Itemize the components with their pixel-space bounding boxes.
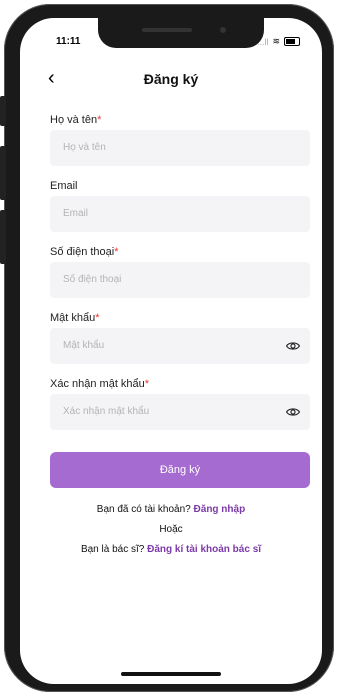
email-field[interactable]: Email — [50, 196, 310, 232]
phone-label: Số điện thoại* — [50, 246, 119, 258]
volume-up-button — [0, 146, 6, 200]
phone-frame: 11:11 ...ll ≋ ‹ Đăng ký Họ và tên* Họ và… — [0, 4, 334, 692]
status-icons: ...ll ≋ — [257, 36, 300, 47]
doctor-register-link[interactable]: Đăng kí tài khoản bác sĩ — [147, 544, 261, 555]
fullname-field[interactable]: Họ và tên — [50, 130, 310, 166]
status-time: 11:11 — [56, 36, 81, 47]
email-label: Email — [50, 180, 78, 192]
fullname-label: Họ và tên* — [50, 114, 102, 126]
speaker — [142, 28, 192, 32]
doctor-row: Bạn là bác sĩ? Đăng kí tài khoản bác sĩ — [20, 544, 322, 555]
app-header: ‹ Đăng ký — [20, 62, 322, 96]
page-title: Đăng ký — [143, 71, 199, 87]
login-link[interactable]: Đăng nhập — [194, 504, 246, 515]
password-placeholder: Mật khẩu — [63, 340, 105, 351]
confirm-password-placeholder: Xác nhận mật khẩu — [63, 406, 150, 417]
notch — [98, 18, 264, 48]
phone-placeholder: Số điện thoại — [63, 274, 122, 285]
register-button[interactable]: Đăng ký — [50, 452, 310, 488]
email-placeholder: Email — [63, 208, 89, 219]
password-field[interactable]: Mật khẩu — [50, 328, 310, 364]
required-mark: * — [114, 246, 119, 258]
login-row: Bạn đã có tài khoản? Đăng nhập — [20, 504, 322, 515]
signal-icon: ...ll — [256, 36, 269, 47]
required-mark: * — [95, 312, 100, 324]
doctor-prompt: Bạn là bác sĩ? — [80, 544, 145, 555]
required-mark: * — [144, 378, 150, 390]
or-text: Hoặc — [159, 524, 183, 535]
eye-icon[interactable] — [286, 405, 300, 419]
password-label: Mật khẩu* — [50, 312, 100, 324]
confirm-password-field[interactable]: Xác nhận mật khẩu — [50, 394, 310, 430]
confirm-password-label: Xác nhận mật khẩu* — [50, 378, 150, 390]
fullname-placeholder: Họ và tên — [63, 142, 106, 153]
volume-down-button — [0, 210, 6, 264]
mute-switch — [0, 96, 6, 126]
required-mark: * — [97, 114, 102, 126]
battery-icon — [284, 37, 300, 46]
wifi-icon: ≋ — [272, 36, 280, 46]
login-prompt: Bạn đã có tài khoản? — [96, 504, 191, 515]
home-indicator[interactable] — [121, 672, 221, 676]
camera — [220, 27, 226, 33]
phone-field[interactable]: Số điện thoại — [50, 262, 310, 298]
screen: 11:11 ...ll ≋ ‹ Đăng ký Họ và tên* Họ và… — [20, 18, 322, 684]
eye-icon[interactable] — [286, 339, 300, 353]
